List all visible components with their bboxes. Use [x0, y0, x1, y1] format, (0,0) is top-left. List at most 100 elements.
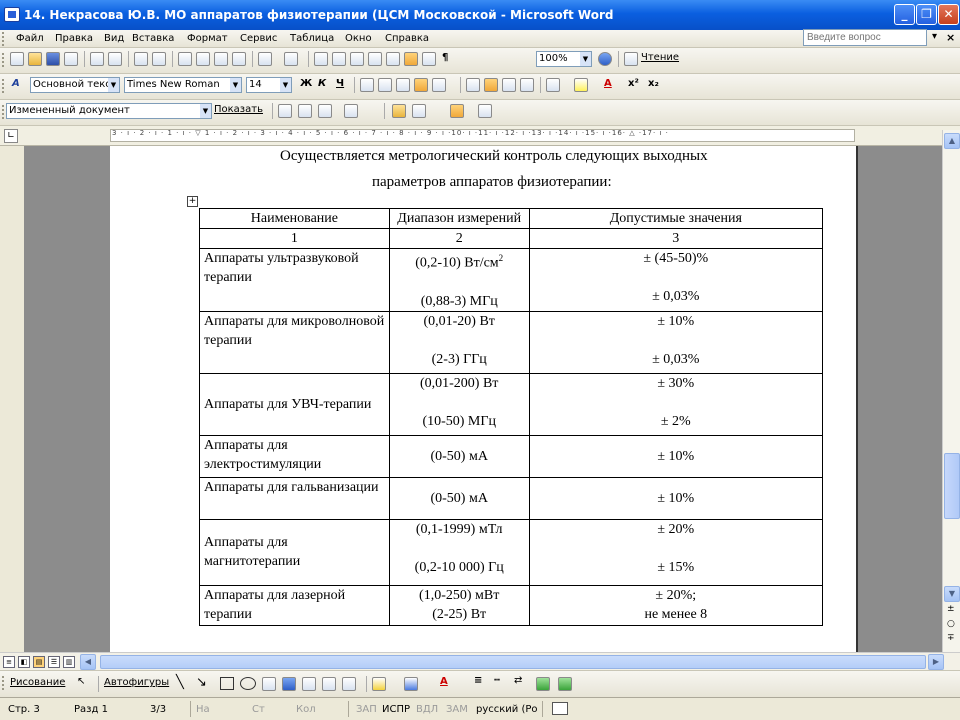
tables-borders-icon[interactable]: [332, 52, 346, 66]
toolbar-grip[interactable]: [2, 676, 5, 690]
underline-icon[interactable]: Ч: [336, 78, 344, 89]
menu-table[interactable]: Таблица: [290, 33, 334, 44]
chevron-down-icon[interactable]: ▼: [108, 78, 119, 92]
columns-icon[interactable]: [386, 52, 400, 66]
select-objects-icon[interactable]: ↖: [77, 676, 85, 687]
close-button[interactable]: ✕: [938, 4, 959, 25]
save-icon[interactable]: [46, 52, 60, 66]
document-map-icon[interactable]: [422, 52, 436, 66]
document-area[interactable]: Осуществляется метрологический контроль …: [24, 146, 942, 652]
clip-art-icon[interactable]: [322, 677, 336, 691]
hyperlink-icon[interactable]: [314, 52, 328, 66]
open-folder-icon[interactable]: [28, 52, 42, 66]
status-track-changes[interactable]: ИСПР: [382, 704, 410, 715]
fill-color-icon[interactable]: [372, 677, 386, 691]
print-preview-icon[interactable]: [108, 52, 122, 66]
font-combo[interactable]: Times New Roman ▼: [124, 77, 242, 93]
web-view-icon[interactable]: ◧: [18, 656, 30, 668]
align-center-icon[interactable]: [378, 78, 392, 92]
picture-icon[interactable]: [342, 677, 356, 691]
line-spacing-icon[interactable]: [432, 78, 446, 92]
bullets-icon[interactable]: [484, 78, 498, 92]
chevron-down-icon[interactable]: ▼: [200, 104, 211, 118]
doc-close-icon[interactable]: ×: [946, 31, 955, 44]
drawing-toggle-icon[interactable]: [404, 52, 418, 66]
maximize-button[interactable]: ❐: [916, 4, 937, 25]
arrow-style-icon[interactable]: ⇄: [514, 675, 522, 686]
menu-tools[interactable]: Сервис: [240, 33, 277, 44]
font-size-combo[interactable]: 14 ▼: [246, 77, 292, 93]
align-left-icon[interactable]: [360, 78, 374, 92]
minimize-button[interactable]: _: [894, 4, 915, 25]
scroll-thumb[interactable]: [944, 453, 960, 519]
horizontal-scroll-thumb[interactable]: [100, 655, 926, 669]
ask-dropdown-icon[interactable]: ▾: [932, 31, 937, 42]
copy-icon[interactable]: [196, 52, 210, 66]
browse-object-icon[interactable]: ○: [947, 619, 955, 629]
rectangle-icon[interactable]: [220, 677, 234, 690]
track-changes-icon[interactable]: [412, 104, 426, 118]
next-page-icon[interactable]: ∓: [947, 633, 955, 643]
justify-icon[interactable]: [414, 78, 428, 92]
menu-insert[interactable]: Вставка: [132, 33, 174, 44]
reject-change-icon[interactable]: [344, 104, 358, 118]
decrease-indent-icon[interactable]: [502, 78, 516, 92]
menu-file[interactable]: Файл: [16, 33, 44, 44]
subscript-icon[interactable]: x₂: [648, 78, 659, 89]
status-extend[interactable]: ВДЛ: [416, 704, 438, 715]
paste-icon[interactable]: [214, 52, 228, 66]
table-move-handle-icon[interactable]: +: [187, 196, 198, 207]
insert-excel-icon[interactable]: [368, 52, 382, 66]
styles-icon[interactable]: A: [12, 78, 20, 89]
reading-icon[interactable]: [624, 52, 638, 66]
menu-grip[interactable]: [2, 32, 5, 46]
accept-change-icon[interactable]: [318, 104, 332, 118]
font-color-icon[interactable]: A: [440, 676, 448, 687]
diagram-icon[interactable]: [302, 677, 316, 691]
show-menu[interactable]: Показать: [214, 104, 263, 115]
toolbar-grip[interactable]: [2, 53, 5, 67]
display-for-review-combo[interactable]: Измененный документ ▼: [6, 103, 212, 119]
toolbar-grip[interactable]: [2, 79, 5, 93]
menu-edit[interactable]: Правка: [55, 33, 93, 44]
status-overtype[interactable]: ЗАМ: [446, 704, 468, 715]
outline-view-icon[interactable]: ☰: [48, 656, 60, 668]
cut-icon[interactable]: [178, 52, 192, 66]
next-change-icon[interactable]: [298, 104, 312, 118]
vertical-scrollbar[interactable]: ▲ ▼ ± ○ ∓: [942, 130, 960, 652]
previous-page-icon[interactable]: ±: [947, 604, 955, 614]
chevron-down-icon[interactable]: ▼: [580, 52, 591, 66]
chevron-down-icon[interactable]: ▼: [280, 78, 291, 92]
font-color-icon[interactable]: A: [604, 78, 612, 89]
redo-icon[interactable]: [284, 52, 298, 66]
oval-icon[interactable]: [240, 677, 256, 690]
print-icon[interactable]: [90, 52, 104, 66]
new-document-icon[interactable]: [10, 52, 24, 66]
spelling-icon[interactable]: [134, 52, 148, 66]
insert-table-icon[interactable]: [350, 52, 364, 66]
shadow-style-icon[interactable]: [536, 677, 550, 691]
reviewing-pane-icon[interactable]: [450, 104, 464, 118]
numbering-icon[interactable]: [466, 78, 480, 92]
insert-comment-icon[interactable]: [392, 104, 406, 118]
format-painter-icon[interactable]: [232, 52, 246, 66]
scroll-down-icon[interactable]: ▼: [944, 586, 960, 602]
title-bar[interactable]: 14. Некрасова Ю.В. МО аппаратов физиотер…: [0, 0, 960, 30]
text-box-icon[interactable]: [262, 677, 276, 691]
chevron-down-icon[interactable]: ▼: [230, 78, 241, 92]
document-page[interactable]: Осуществляется метрологический контроль …: [110, 146, 858, 652]
reading-label[interactable]: Чтение: [641, 52, 679, 63]
normal-view-icon[interactable]: ≡: [3, 656, 15, 668]
ask-question-input[interactable]: [803, 29, 927, 46]
toolbar-grip[interactable]: [2, 105, 5, 119]
word-app-icon[interactable]: [4, 7, 20, 22]
scroll-left-icon[interactable]: ◀: [80, 654, 96, 670]
help-icon[interactable]: [598, 52, 612, 66]
show-formatting-icon[interactable]: ¶: [442, 52, 448, 63]
compare-icon[interactable]: [478, 104, 492, 118]
line-style-icon[interactable]: ≡: [474, 675, 482, 686]
status-record-macro[interactable]: ЗАП: [356, 704, 377, 715]
scroll-right-icon[interactable]: ▶: [928, 654, 944, 670]
horizontal-scrollbar[interactable]: ≡ ◧ ▤ ☰ ▥ ◀ ▶: [0, 652, 960, 670]
line-icon[interactable]: ╲: [176, 675, 184, 690]
